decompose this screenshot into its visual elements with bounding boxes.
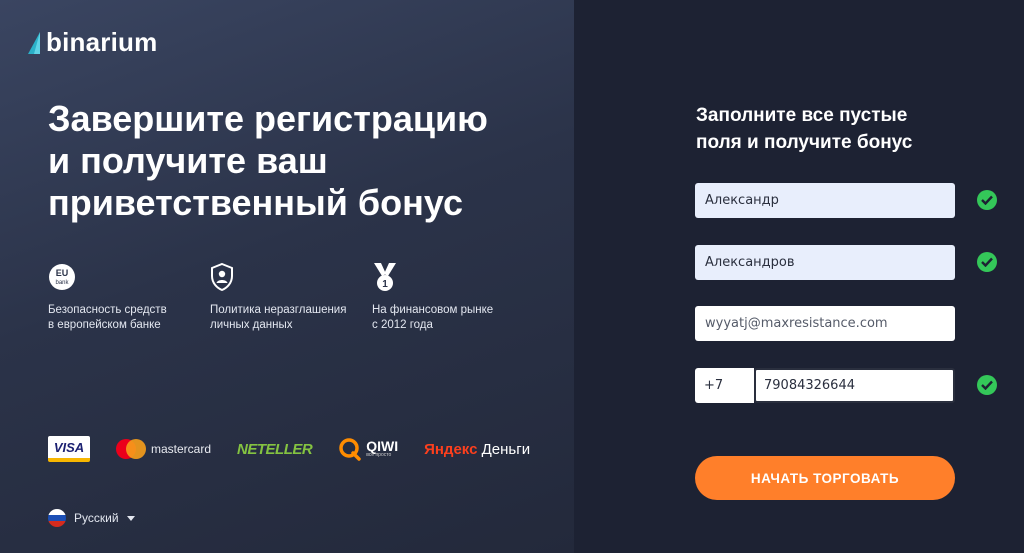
first-name-field[interactable]: Александр: [695, 183, 955, 218]
neteller-label: NETELLER: [237, 440, 313, 458]
russia-flag-icon: [48, 509, 66, 527]
feature-eu-bank: EU bank Безопасность средств в европейск…: [48, 263, 210, 333]
form-title-line-1: Заполните все пустые: [696, 105, 908, 126]
last-name-field[interactable]: Александров: [695, 245, 955, 280]
logo[interactable]: binarium: [28, 27, 157, 58]
form-title-line-2: поля и получите бонус: [696, 132, 913, 153]
title-line-3: приветственный бонус: [48, 182, 464, 223]
neteller-logo: NETELLER: [237, 440, 313, 458]
visa-logo: VISA: [48, 436, 90, 462]
shield-user-icon: [211, 263, 233, 291]
features-list: EU bank Безопасность средств в европейск…: [48, 263, 534, 333]
form-title: Заполните все пустые поля и получите бон…: [696, 102, 996, 156]
language-label: Русский: [74, 511, 119, 525]
phone-number-field[interactable]: 79084326644: [754, 368, 955, 403]
feature-privacy: Политика неразглашения личных данных: [210, 263, 372, 333]
mastercard-icon: [116, 439, 146, 459]
eu-badge-top: EU: [56, 268, 69, 278]
medal-icon: 1: [374, 263, 396, 291]
registration-form-panel: Заполните все пустые поля и получите бон…: [574, 0, 1024, 553]
registration-page: binarium Завершите регистрацию и получит…: [0, 0, 1024, 553]
caret-down-icon: [126, 515, 135, 521]
qiwi-logo: QIWI все просто: [338, 437, 398, 461]
start-trading-button[interactable]: НАЧАТЬ ТОРГОВАТЬ: [695, 456, 955, 500]
feature-text-1: На финансовом рынке: [372, 304, 494, 316]
visa-label: VISA: [48, 436, 90, 462]
mastercard-label: mastercard: [151, 442, 212, 456]
yandex-brand: Яндекс: [424, 440, 478, 458]
feature-since-2012: 1 На финансовом рынке с 2012 года: [372, 263, 534, 333]
binarium-logo-icon: [28, 31, 40, 54]
feature-text-1: Политика неразглашения: [210, 304, 347, 316]
yandex-word: Деньги: [481, 440, 531, 458]
qiwi-icon: [339, 438, 361, 461]
phone-code-field[interactable]: +7: [695, 368, 754, 403]
payment-methods: VISA mastercard NETELLER QIWI все просто…: [48, 436, 556, 462]
feature-text-2: в европейском банке: [48, 319, 161, 331]
qiwi-label: QIWI: [366, 438, 399, 454]
feature-text-1: Безопасность средств: [48, 304, 167, 316]
logo-text: binarium: [46, 27, 158, 57]
eu-badge-bottom: bank: [55, 280, 69, 286]
feature-text-2: с 2012 года: [372, 319, 433, 331]
language-selector[interactable]: Русский: [48, 509, 135, 527]
check-icon: [977, 252, 997, 272]
check-icon: [977, 375, 997, 395]
page-title: Завершите регистрацию и получите ваш при…: [48, 98, 548, 224]
mastercard-logo: mastercard: [116, 439, 211, 459]
title-line-2: и получите ваш: [48, 140, 328, 181]
promo-panel: binarium Завершите регистрацию и получит…: [0, 0, 574, 553]
check-icon: [977, 190, 997, 210]
yandex-money-logo: Яндекс Деньги: [424, 441, 530, 458]
medal-number: 1: [382, 279, 388, 290]
feature-text-2: личных данных: [210, 319, 293, 331]
title-line-1: Завершите регистрацию: [48, 98, 488, 139]
email-field[interactable]: wyyatj@maxresistance.com: [695, 306, 955, 341]
eu-bank-icon: EU bank: [49, 264, 75, 290]
